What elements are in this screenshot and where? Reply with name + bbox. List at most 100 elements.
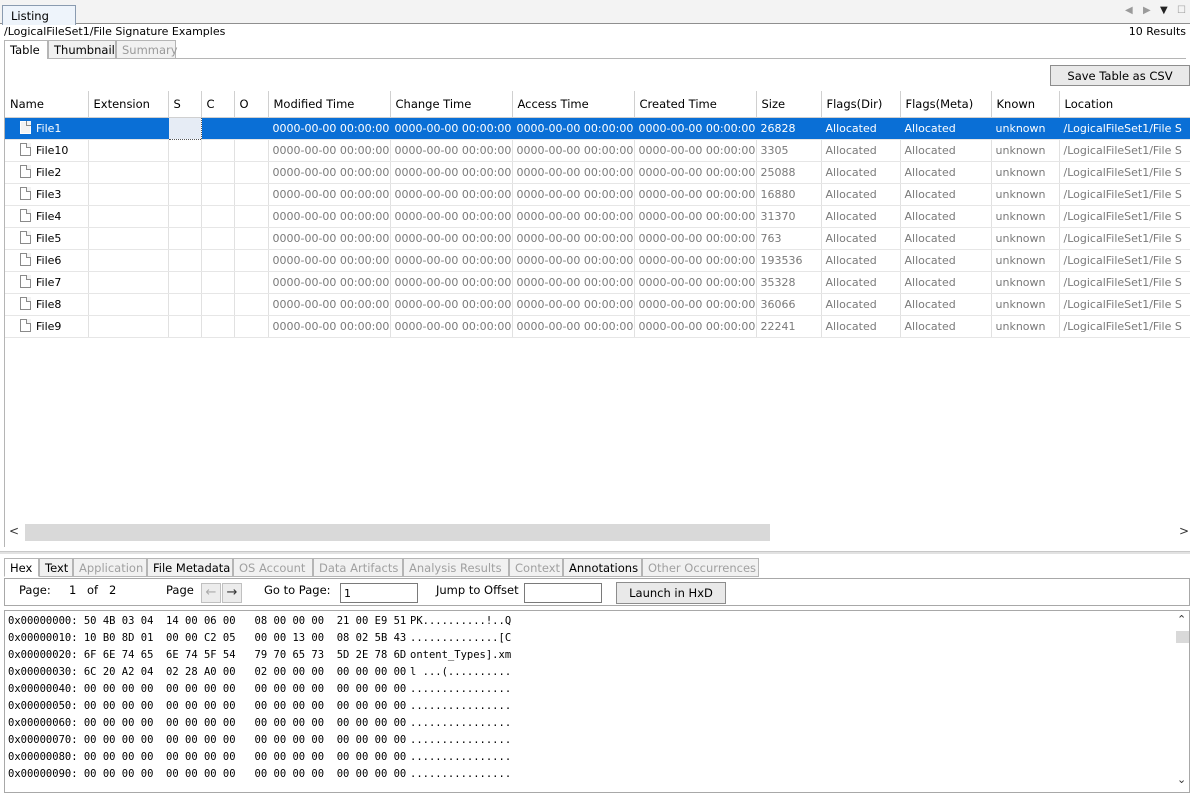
table-row[interactable]: File10 0000-00-00 00:00:00 0000-00-00 00:0… — [5, 139, 1190, 162]
column-header-created-time[interactable]: Created Time — [634, 91, 757, 118]
vertical-scrollbar[interactable]: ⌃ ⌄ — [1174, 611, 1189, 792]
cell-extension — [88, 117, 169, 140]
tab-analysis-results[interactable]: Analysis Results — [403, 558, 509, 577]
cell-c — [201, 293, 235, 316]
column-header-location[interactable]: Location — [1059, 91, 1190, 118]
cell-extension — [88, 161, 169, 184]
column-header-access-time[interactable]: Access Time — [512, 91, 635, 118]
cell-change-time: 0000-00-00 00:00:00 — [390, 293, 513, 316]
nav-back-icon[interactable]: ◀ — [1125, 5, 1133, 16]
page-nav-label: Page — [166, 583, 194, 597]
nav-forward-icon[interactable]: ▶ — [1143, 5, 1151, 16]
cell-flags-dir: Allocated — [821, 249, 901, 272]
hex-ascii: ................ — [410, 734, 512, 746]
cell-extension — [88, 293, 169, 316]
tab-hex[interactable]: Hex — [4, 558, 39, 577]
column-header-c[interactable]: C — [201, 91, 235, 118]
column-header-flags-dir[interactable]: Flags(Dir) — [821, 91, 901, 118]
cell-flags-meta: Allocated — [900, 183, 992, 206]
tab-summary[interactable]: Summary — [116, 40, 178, 59]
split-divider[interactable] — [0, 551, 1190, 554]
tab-annotations[interactable]: Annotations — [563, 558, 642, 577]
dropdown-icon[interactable]: ▼ — [1160, 5, 1168, 16]
cell-known: unknown — [991, 249, 1060, 272]
column-header-size[interactable]: Size — [756, 91, 822, 118]
tab-os-account[interactable]: OS Account — [233, 558, 313, 577]
table-row[interactable]: File1 0000-00-00 00:00:00 0000-00-00 00:00… — [5, 116, 1190, 140]
horizontal-scroll-thumb[interactable] — [25, 524, 770, 541]
result-table-panel: Save Table as CSV Name Extension S C O M… — [4, 59, 1190, 547]
tab-context[interactable]: Context — [509, 558, 563, 577]
cell-location: /LogicalFileSet1/File S — [1059, 315, 1190, 338]
save-table-csv-button[interactable]: Save Table as CSV — [1050, 65, 1190, 86]
cell-modified-time: 0000-00-00 00:00:00 — [268, 139, 391, 162]
scroll-right-icon[interactable]: > — [1179, 524, 1189, 538]
tab-table[interactable]: Table — [4, 40, 48, 60]
launch-hxd-button[interactable]: Launch in HxD — [616, 582, 726, 604]
file-name-label: File7 — [36, 276, 62, 289]
column-header-s[interactable]: S — [168, 91, 202, 118]
column-header-extension[interactable]: Extension — [88, 91, 169, 118]
cell-change-time: 0000-00-00 00:00:00 — [390, 249, 513, 272]
column-header-known[interactable]: Known — [991, 91, 1060, 118]
file-icon — [20, 121, 31, 134]
cell-name: File10 — [5, 139, 89, 162]
cell-modified-time: 0000-00-00 00:00:00 — [268, 161, 391, 184]
scroll-left-icon[interactable]: < — [9, 524, 19, 538]
column-header-name[interactable]: Name — [5, 91, 89, 118]
jump-offset-input[interactable] — [524, 583, 602, 603]
table-row[interactable]: File7 0000-00-00 00:00:00 0000-00-00 00:00… — [5, 271, 1190, 294]
page-total: 2 — [109, 583, 117, 597]
table-row[interactable]: File5 0000-00-00 00:00:00 0000-00-00 00:00… — [5, 227, 1190, 250]
table-row[interactable]: File4 0000-00-00 00:00:00 0000-00-00 00:00… — [5, 205, 1190, 228]
cell-location: /LogicalFileSet1/File S — [1059, 161, 1190, 184]
tab-file-metadata[interactable]: File Metadata — [147, 558, 233, 577]
hex-viewer[interactable]: 0x00000000: 50 4B 03 04 14 00 06 00 08 0… — [4, 610, 1190, 793]
cell-extension — [88, 315, 169, 338]
cell-flags-meta: Allocated — [900, 271, 992, 294]
table-row[interactable]: File8 0000-00-00 00:00:00 0000-00-00 00:00… — [5, 293, 1190, 316]
cell-size: 22241 — [756, 315, 822, 338]
column-header-flags-meta[interactable]: Flags(Meta) — [900, 91, 992, 118]
cell-change-time: 0000-00-00 00:00:00 — [390, 161, 513, 184]
page-label: Page: — [19, 583, 51, 597]
column-header-o[interactable]: O — [234, 91, 269, 118]
tab-other-occurrences[interactable]: Other Occurrences — [642, 558, 759, 577]
column-header-modified-time[interactable]: Modified Time — [268, 91, 391, 118]
table-row[interactable]: File3 0000-00-00 00:00:00 0000-00-00 00:00… — [5, 183, 1190, 206]
cell-o — [234, 161, 269, 184]
tab-application[interactable]: Application — [73, 558, 147, 577]
cell-location: /LogicalFileSet1/File S — [1059, 205, 1190, 228]
next-page-button[interactable]: → — [222, 583, 242, 603]
cell-change-time: 0000-00-00 00:00:00 — [390, 271, 513, 294]
column-header-change-time[interactable]: Change Time — [390, 91, 513, 118]
cell-o — [234, 249, 269, 272]
scroll-up-icon[interactable]: ⌃ — [1177, 613, 1186, 626]
cell-o — [234, 183, 269, 206]
cell-access-time: 0000-00-00 00:00:00 — [512, 205, 635, 228]
vertical-scroll-thumb[interactable] — [1176, 631, 1189, 643]
cell-location: /LogicalFileSet1/File S — [1059, 117, 1190, 140]
cell-size: 3305 — [756, 139, 822, 162]
goto-page-input[interactable]: 1 — [340, 583, 418, 603]
prev-page-button[interactable]: ← — [201, 583, 221, 603]
results-count: 10 Results — [1128, 25, 1186, 38]
table-row[interactable]: File9 0000-00-00 00:00:00 0000-00-00 00:00… — [5, 315, 1190, 338]
cell-flags-meta: Allocated — [900, 227, 992, 250]
horizontal-scrollbar[interactable]: < > — [5, 520, 1190, 544]
cell-c — [201, 249, 235, 272]
tab-data-artifacts[interactable]: Data Artifacts — [313, 558, 403, 577]
cell-access-time: 0000-00-00 00:00:00 — [512, 161, 635, 184]
content-viewer-tab-bar: Hex Text Application File Metadata OS Ac… — [4, 558, 1190, 577]
hex-row: 0x00000080: 00 00 00 00 00 00 00 00 00 0… — [8, 751, 407, 763]
tab-listing[interactable]: Listing — [2, 5, 76, 25]
tab-text[interactable]: Text — [39, 558, 73, 577]
table-row[interactable]: File6 0000-00-00 00:00:00 0000-00-00 00:00… — [5, 249, 1190, 272]
table-row[interactable]: File2 0000-00-00 00:00:00 0000-00-00 00:00… — [5, 161, 1190, 184]
tab-thumbnail[interactable]: Thumbnail — [48, 40, 116, 59]
maximize-icon[interactable]: ☐ — [1177, 5, 1186, 16]
cell-flags-dir: Allocated — [821, 139, 901, 162]
cell-c — [201, 117, 235, 140]
scroll-down-icon[interactable]: ⌄ — [1177, 773, 1186, 786]
file-icon — [20, 231, 31, 244]
